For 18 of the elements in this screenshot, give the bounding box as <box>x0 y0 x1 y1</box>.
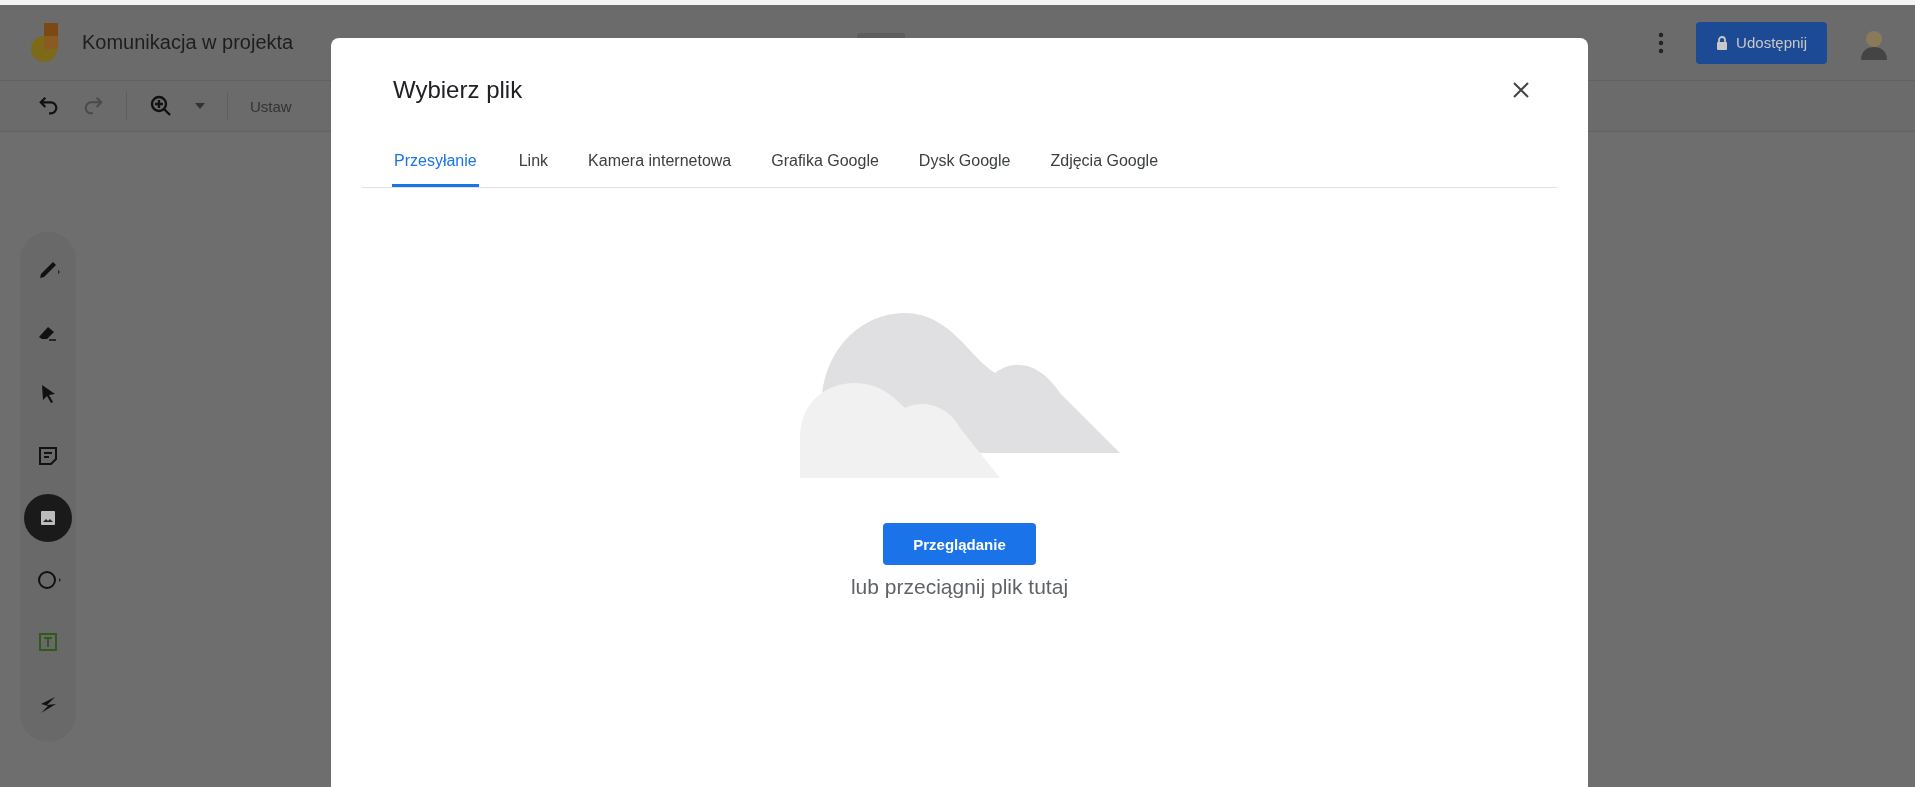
tab[interactable]: Grafika Google <box>751 140 899 187</box>
image-tool-icon[interactable] <box>24 494 72 542</box>
lock-icon <box>1716 35 1729 50</box>
app-logo-icon <box>28 22 60 63</box>
tab[interactable]: Kamera internetowa <box>568 140 752 187</box>
caret-icon[interactable] <box>195 103 205 109</box>
tab[interactable]: Przesyłanie <box>392 140 479 187</box>
dialog-title: Wybierz plik <box>393 76 523 104</box>
kebab-menu-icon[interactable] <box>1658 31 1665 54</box>
undo-icon[interactable] <box>38 95 60 117</box>
share-button[interactable]: Udostępnij <box>1696 21 1827 64</box>
zoom-in-icon[interactable] <box>149 94 173 118</box>
tab[interactable]: Link <box>498 140 569 187</box>
browse-button[interactable]: Przeglądanie <box>883 523 1036 565</box>
tab[interactable]: Dysk Google <box>898 140 1031 187</box>
drop-hint: lub przeciągnij plik tutaj <box>850 575 1069 599</box>
tab[interactable]: Zdjęcia Google <box>1030 140 1179 187</box>
close-icon[interactable] <box>1512 81 1530 99</box>
